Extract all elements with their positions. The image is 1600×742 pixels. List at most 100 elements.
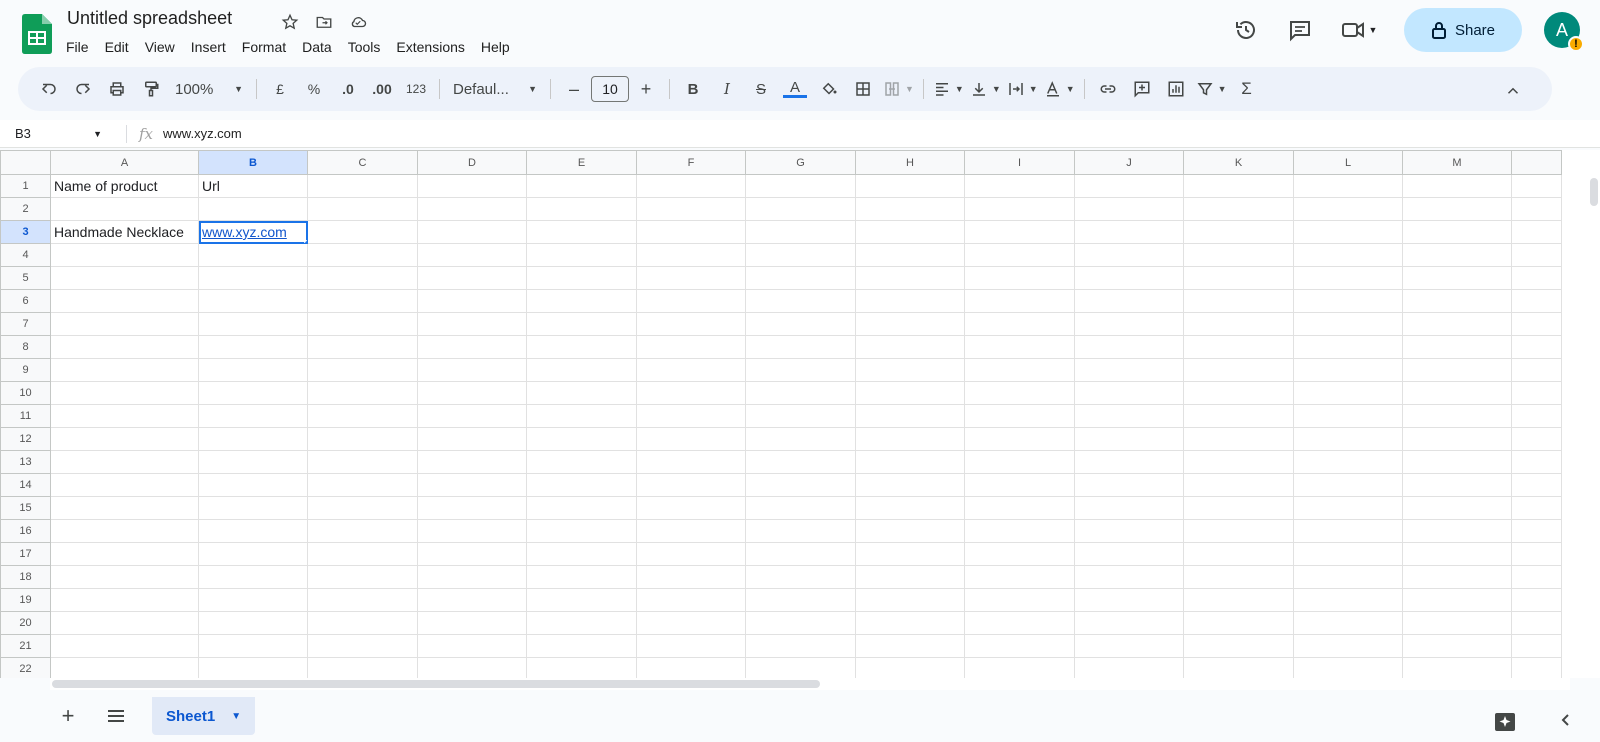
cell-k15[interactable]	[1183, 496, 1294, 520]
cell-m13[interactable]	[1402, 450, 1512, 474]
cell-d18[interactable]	[417, 565, 527, 589]
undo-icon[interactable]	[35, 75, 63, 103]
column-header-overflow[interactable]	[1511, 150, 1562, 175]
zoom-select[interactable]: 100% ▼	[171, 75, 247, 103]
cell-k18[interactable]	[1183, 565, 1294, 589]
functions-button[interactable]: Σ	[1233, 75, 1261, 103]
cell-f13[interactable]	[636, 450, 746, 474]
cell-e7[interactable]	[526, 312, 637, 336]
cell-m2[interactable]	[1402, 197, 1512, 221]
cell-k16[interactable]	[1183, 519, 1294, 543]
number-format-button[interactable]: 123	[402, 75, 430, 103]
cell-g5[interactable]	[745, 266, 856, 290]
cell-j7[interactable]	[1074, 312, 1184, 336]
cell-h7[interactable]	[855, 312, 965, 336]
cell-overflow[interactable]	[1511, 565, 1562, 589]
horizontal-scrollbar[interactable]	[52, 680, 820, 688]
cell-b6[interactable]	[198, 289, 308, 313]
cell-i22[interactable]	[964, 657, 1075, 678]
sheet-tab-sheet1[interactable]: Sheet1 ▼	[152, 697, 256, 735]
cell-b12[interactable]	[198, 427, 308, 451]
sheets-logo-icon[interactable]	[22, 14, 52, 54]
column-header-g[interactable]: G	[745, 150, 856, 175]
cell-k17[interactable]	[1183, 542, 1294, 566]
cell-i8[interactable]	[964, 335, 1075, 359]
cell-j1[interactable]	[1074, 174, 1184, 198]
cell-a5[interactable]	[50, 266, 199, 290]
cell-b1[interactable]: Url	[198, 174, 308, 198]
cell-k10[interactable]	[1183, 381, 1294, 405]
cell-e5[interactable]	[526, 266, 637, 290]
vertical-align-icon[interactable]: ▼	[970, 75, 1001, 103]
menu-extensions[interactable]: Extensions	[388, 37, 472, 57]
cell-a20[interactable]	[50, 611, 199, 635]
cell-a22[interactable]	[50, 657, 199, 678]
column-header-b[interactable]: B	[198, 150, 308, 175]
select-all-corner[interactable]	[0, 150, 51, 175]
cell-b9[interactable]	[198, 358, 308, 382]
cell-d8[interactable]	[417, 335, 527, 359]
cell-a6[interactable]	[50, 289, 199, 313]
cell-f15[interactable]	[636, 496, 746, 520]
cell-e16[interactable]	[526, 519, 637, 543]
cell-m22[interactable]	[1402, 657, 1512, 678]
cell-l8[interactable]	[1293, 335, 1403, 359]
cell-overflow[interactable]	[1511, 634, 1562, 658]
menu-format[interactable]: Format	[234, 37, 294, 57]
cell-d16[interactable]	[417, 519, 527, 543]
cell-b14[interactable]	[198, 473, 308, 497]
cell-e8[interactable]	[526, 335, 637, 359]
row-header-4[interactable]: 4	[0, 243, 51, 267]
cell-b10[interactable]	[198, 381, 308, 405]
cell-j9[interactable]	[1074, 358, 1184, 382]
cell-overflow[interactable]	[1511, 542, 1562, 566]
cell-g9[interactable]	[745, 358, 856, 382]
increase-decimal-button[interactable]: .00	[368, 75, 396, 103]
cell-f21[interactable]	[636, 634, 746, 658]
cell-e17[interactable]	[526, 542, 637, 566]
cell-g8[interactable]	[745, 335, 856, 359]
row-header-10[interactable]: 10	[0, 381, 51, 405]
cell-overflow[interactable]	[1511, 381, 1562, 405]
cell-m16[interactable]	[1402, 519, 1512, 543]
cell-j18[interactable]	[1074, 565, 1184, 589]
cell-i11[interactable]	[964, 404, 1075, 428]
cell-m7[interactable]	[1402, 312, 1512, 336]
cell-f4[interactable]	[636, 243, 746, 267]
cell-g7[interactable]	[745, 312, 856, 336]
cell-c13[interactable]	[307, 450, 418, 474]
row-header-9[interactable]: 9	[0, 358, 51, 382]
cell-d22[interactable]	[417, 657, 527, 678]
cell-f6[interactable]	[636, 289, 746, 313]
cell-c22[interactable]	[307, 657, 418, 678]
cell-f2[interactable]	[636, 197, 746, 221]
cell-k14[interactable]	[1183, 473, 1294, 497]
cell-j17[interactable]	[1074, 542, 1184, 566]
cell-b11[interactable]	[198, 404, 308, 428]
cell-a9[interactable]	[50, 358, 199, 382]
cell-overflow[interactable]	[1511, 220, 1562, 244]
cell-e10[interactable]	[526, 381, 637, 405]
column-header-d[interactable]: D	[417, 150, 527, 175]
cell-g21[interactable]	[745, 634, 856, 658]
cell-m17[interactable]	[1402, 542, 1512, 566]
cell-f7[interactable]	[636, 312, 746, 336]
cell-l17[interactable]	[1293, 542, 1403, 566]
cell-g2[interactable]	[745, 197, 856, 221]
cell-m4[interactable]	[1402, 243, 1512, 267]
cell-h19[interactable]	[855, 588, 965, 612]
text-wrap-icon[interactable]: ▼	[1007, 75, 1038, 103]
cell-l22[interactable]	[1293, 657, 1403, 678]
column-header-f[interactable]: F	[636, 150, 746, 175]
cell-g18[interactable]	[745, 565, 856, 589]
cell-f9[interactable]	[636, 358, 746, 382]
cell-i18[interactable]	[964, 565, 1075, 589]
cell-i19[interactable]	[964, 588, 1075, 612]
row-header-21[interactable]: 21	[0, 634, 51, 658]
cell-f22[interactable]	[636, 657, 746, 678]
cell-k12[interactable]	[1183, 427, 1294, 451]
cell-h15[interactable]	[855, 496, 965, 520]
cell-i6[interactable]	[964, 289, 1075, 313]
cell-m6[interactable]	[1402, 289, 1512, 313]
cell-e9[interactable]	[526, 358, 637, 382]
